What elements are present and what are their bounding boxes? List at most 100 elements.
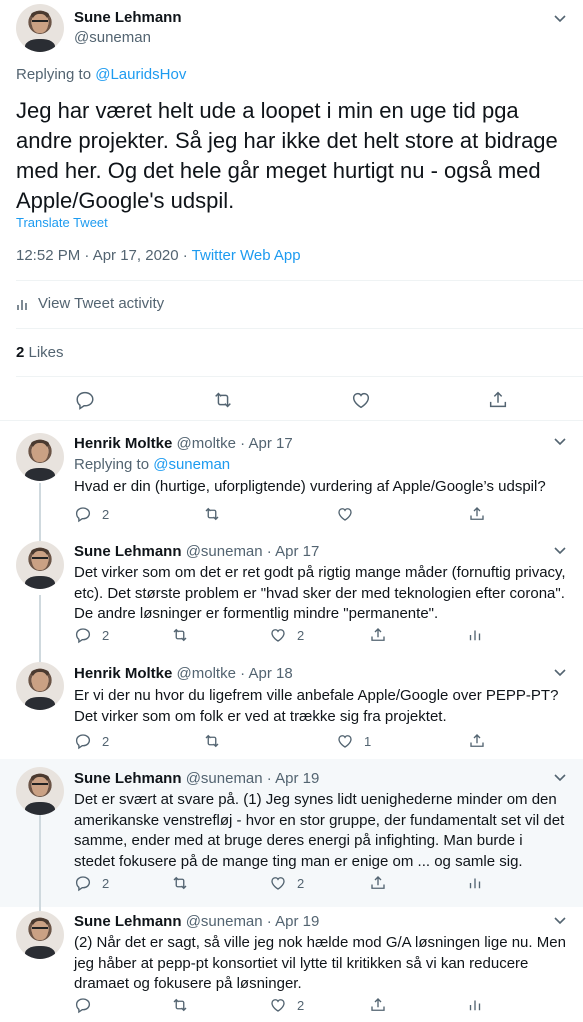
reply-author-name[interactable]: Henrik Moltke [74, 665, 172, 682]
share-button[interactable] [468, 505, 486, 523]
like-icon [271, 999, 285, 1012]
view-tweet-activity[interactable]: View Tweet activity [16, 295, 164, 312]
reply-author-handle[interactable]: @suneman [186, 543, 263, 560]
share-button[interactable] [468, 732, 486, 750]
reply-header: Henrik Moltke @moltke · Apr 18 [74, 665, 293, 682]
analytics-button[interactable] [466, 626, 484, 644]
analytics-icon [469, 630, 481, 641]
reply-text: Det virker som om det er ret godt på rig… [74, 564, 566, 622]
chevron-down-icon[interactable] [552, 664, 568, 680]
reply-author-name[interactable]: Sune Lehmann [74, 770, 182, 787]
reply-date[interactable]: Apr 17 [248, 435, 292, 452]
like-icon[interactable] [350, 389, 372, 411]
share-button[interactable] [369, 626, 387, 644]
reply-button[interactable]: 2 [74, 626, 109, 644]
retweet-icon [173, 876, 187, 890]
reply-button[interactable]: 2 [74, 732, 109, 750]
share-icon [470, 734, 484, 747]
reply-icon [75, 628, 91, 644]
tweet-meta: 12:52 PM · Apr 17, 2020 · Twitter Web Ap… [16, 247, 301, 264]
like-count: 1 [364, 733, 372, 749]
reply-tweet[interactable]: Sune Lehmann @suneman · Apr 19 (2) Når d… [0, 907, 583, 1022]
translate-tweet-link[interactable]: Translate Tweet [16, 215, 108, 230]
reply-button[interactable]: 2 [74, 874, 109, 892]
reply-button[interactable]: 2 [74, 505, 109, 523]
replying-to-link[interactable]: @suneman [153, 456, 230, 473]
like-count: 2 [297, 627, 305, 643]
avatar[interactable] [16, 767, 64, 815]
reply-icon [75, 998, 91, 1014]
share-button[interactable] [369, 874, 387, 892]
chevron-down-icon[interactable] [552, 433, 568, 449]
retweet-button[interactable] [171, 626, 189, 644]
like-button[interactable]: 2 [269, 874, 304, 892]
replying-to-link[interactable]: @LauridsHov [95, 66, 186, 83]
reply-date[interactable]: Apr 17 [275, 543, 319, 560]
like-icon [338, 735, 352, 748]
tweet-text: Jeg har været helt ude a loopet i min en… [16, 98, 558, 213]
like-button[interactable] [336, 505, 364, 523]
reply-header: Henrik Moltke @moltke · Apr 17 [74, 435, 293, 452]
share-icon[interactable] [487, 389, 509, 411]
reply-text: (2) Når det er sagt, så ville jeg nok hæ… [74, 934, 566, 992]
thread-line [39, 483, 41, 537]
chevron-down-icon[interactable] [552, 912, 568, 928]
retweet-button[interactable] [171, 996, 189, 1014]
avatar[interactable] [16, 662, 64, 710]
tweet-timestamp[interactable]: 12:52 PM · Apr 17, 2020 · [16, 247, 192, 264]
like-button[interactable]: 2 [269, 626, 304, 644]
tweet-source[interactable]: Twitter Web App [192, 247, 301, 264]
chevron-down-icon[interactable] [552, 542, 568, 558]
reply-tweet[interactable]: Sune Lehmann @suneman · Apr 17 Det virke… [0, 537, 583, 654]
reply-icon[interactable] [74, 389, 96, 411]
reply-button[interactable] [74, 996, 102, 1014]
retweet-icon [173, 628, 187, 642]
reply-actions: 2 1 [74, 732, 494, 752]
author-name[interactable]: Sune Lehmann [74, 9, 182, 26]
replying-to: Replying to @LauridsHov [16, 66, 186, 83]
avatar[interactable] [16, 433, 64, 481]
reply-tweet[interactable]: Henrik Moltke @moltke · Apr 17 Replying … [0, 421, 583, 537]
retweet-icon [173, 998, 187, 1012]
reply-author-handle[interactable]: @suneman [186, 770, 263, 787]
share-icon [470, 507, 484, 520]
likes-label: Likes [24, 344, 64, 361]
retweet-button[interactable] [203, 505, 221, 523]
retweet-icon[interactable] [212, 389, 234, 411]
reply-date[interactable]: Apr 19 [275, 770, 319, 787]
reply-author-name[interactable]: Henrik Moltke [74, 435, 172, 452]
like-button[interactable]: 1 [336, 732, 371, 750]
like-button[interactable]: 2 [269, 996, 304, 1014]
share-icon [371, 628, 385, 641]
avatar[interactable] [16, 541, 64, 589]
retweet-button[interactable] [203, 732, 221, 750]
view-tweet-activity-label: View Tweet activity [38, 295, 165, 312]
like-count: 2 [297, 875, 305, 891]
reply-date[interactable]: Apr 19 [275, 913, 319, 930]
reply-tweet[interactable]: Sune Lehmann @suneman · Apr 19 Det er sv… [0, 759, 583, 907]
retweet-button[interactable] [171, 874, 189, 892]
separator: · [235, 435, 249, 452]
author-handle[interactable]: @suneman [74, 29, 151, 46]
chevron-down-icon[interactable] [552, 769, 568, 785]
main-tweet: Sune Lehmann @suneman Replying to @Lauri… [0, 0, 583, 421]
reply-author-handle[interactable]: @moltke [177, 435, 236, 452]
thread-line [39, 815, 41, 907]
share-icon [371, 876, 385, 889]
analytics-button[interactable] [466, 874, 484, 892]
likes-count[interactable]: 2 Likes [16, 344, 64, 361]
share-button[interactable] [369, 996, 387, 1014]
reply-actions: 2 [74, 505, 494, 525]
chevron-down-icon[interactable] [552, 10, 568, 26]
avatar[interactable] [16, 4, 64, 52]
thread-line [39, 595, 41, 654]
reply-date[interactable]: Apr 18 [248, 665, 292, 682]
avatar[interactable] [16, 911, 64, 959]
analytics-button[interactable] [466, 996, 484, 1014]
reply-author-name[interactable]: Sune Lehmann [74, 913, 182, 930]
reply-author-name[interactable]: Sune Lehmann [74, 543, 182, 560]
reply-author-handle[interactable]: @suneman [186, 913, 263, 930]
reply-author-handle[interactable]: @moltke [177, 665, 236, 682]
reply-tweet[interactable]: Henrik Moltke @moltke · Apr 18 Er vi der… [0, 654, 583, 759]
reply-text: Er vi der nu hvor du ligefrem ville anbe… [74, 687, 559, 725]
